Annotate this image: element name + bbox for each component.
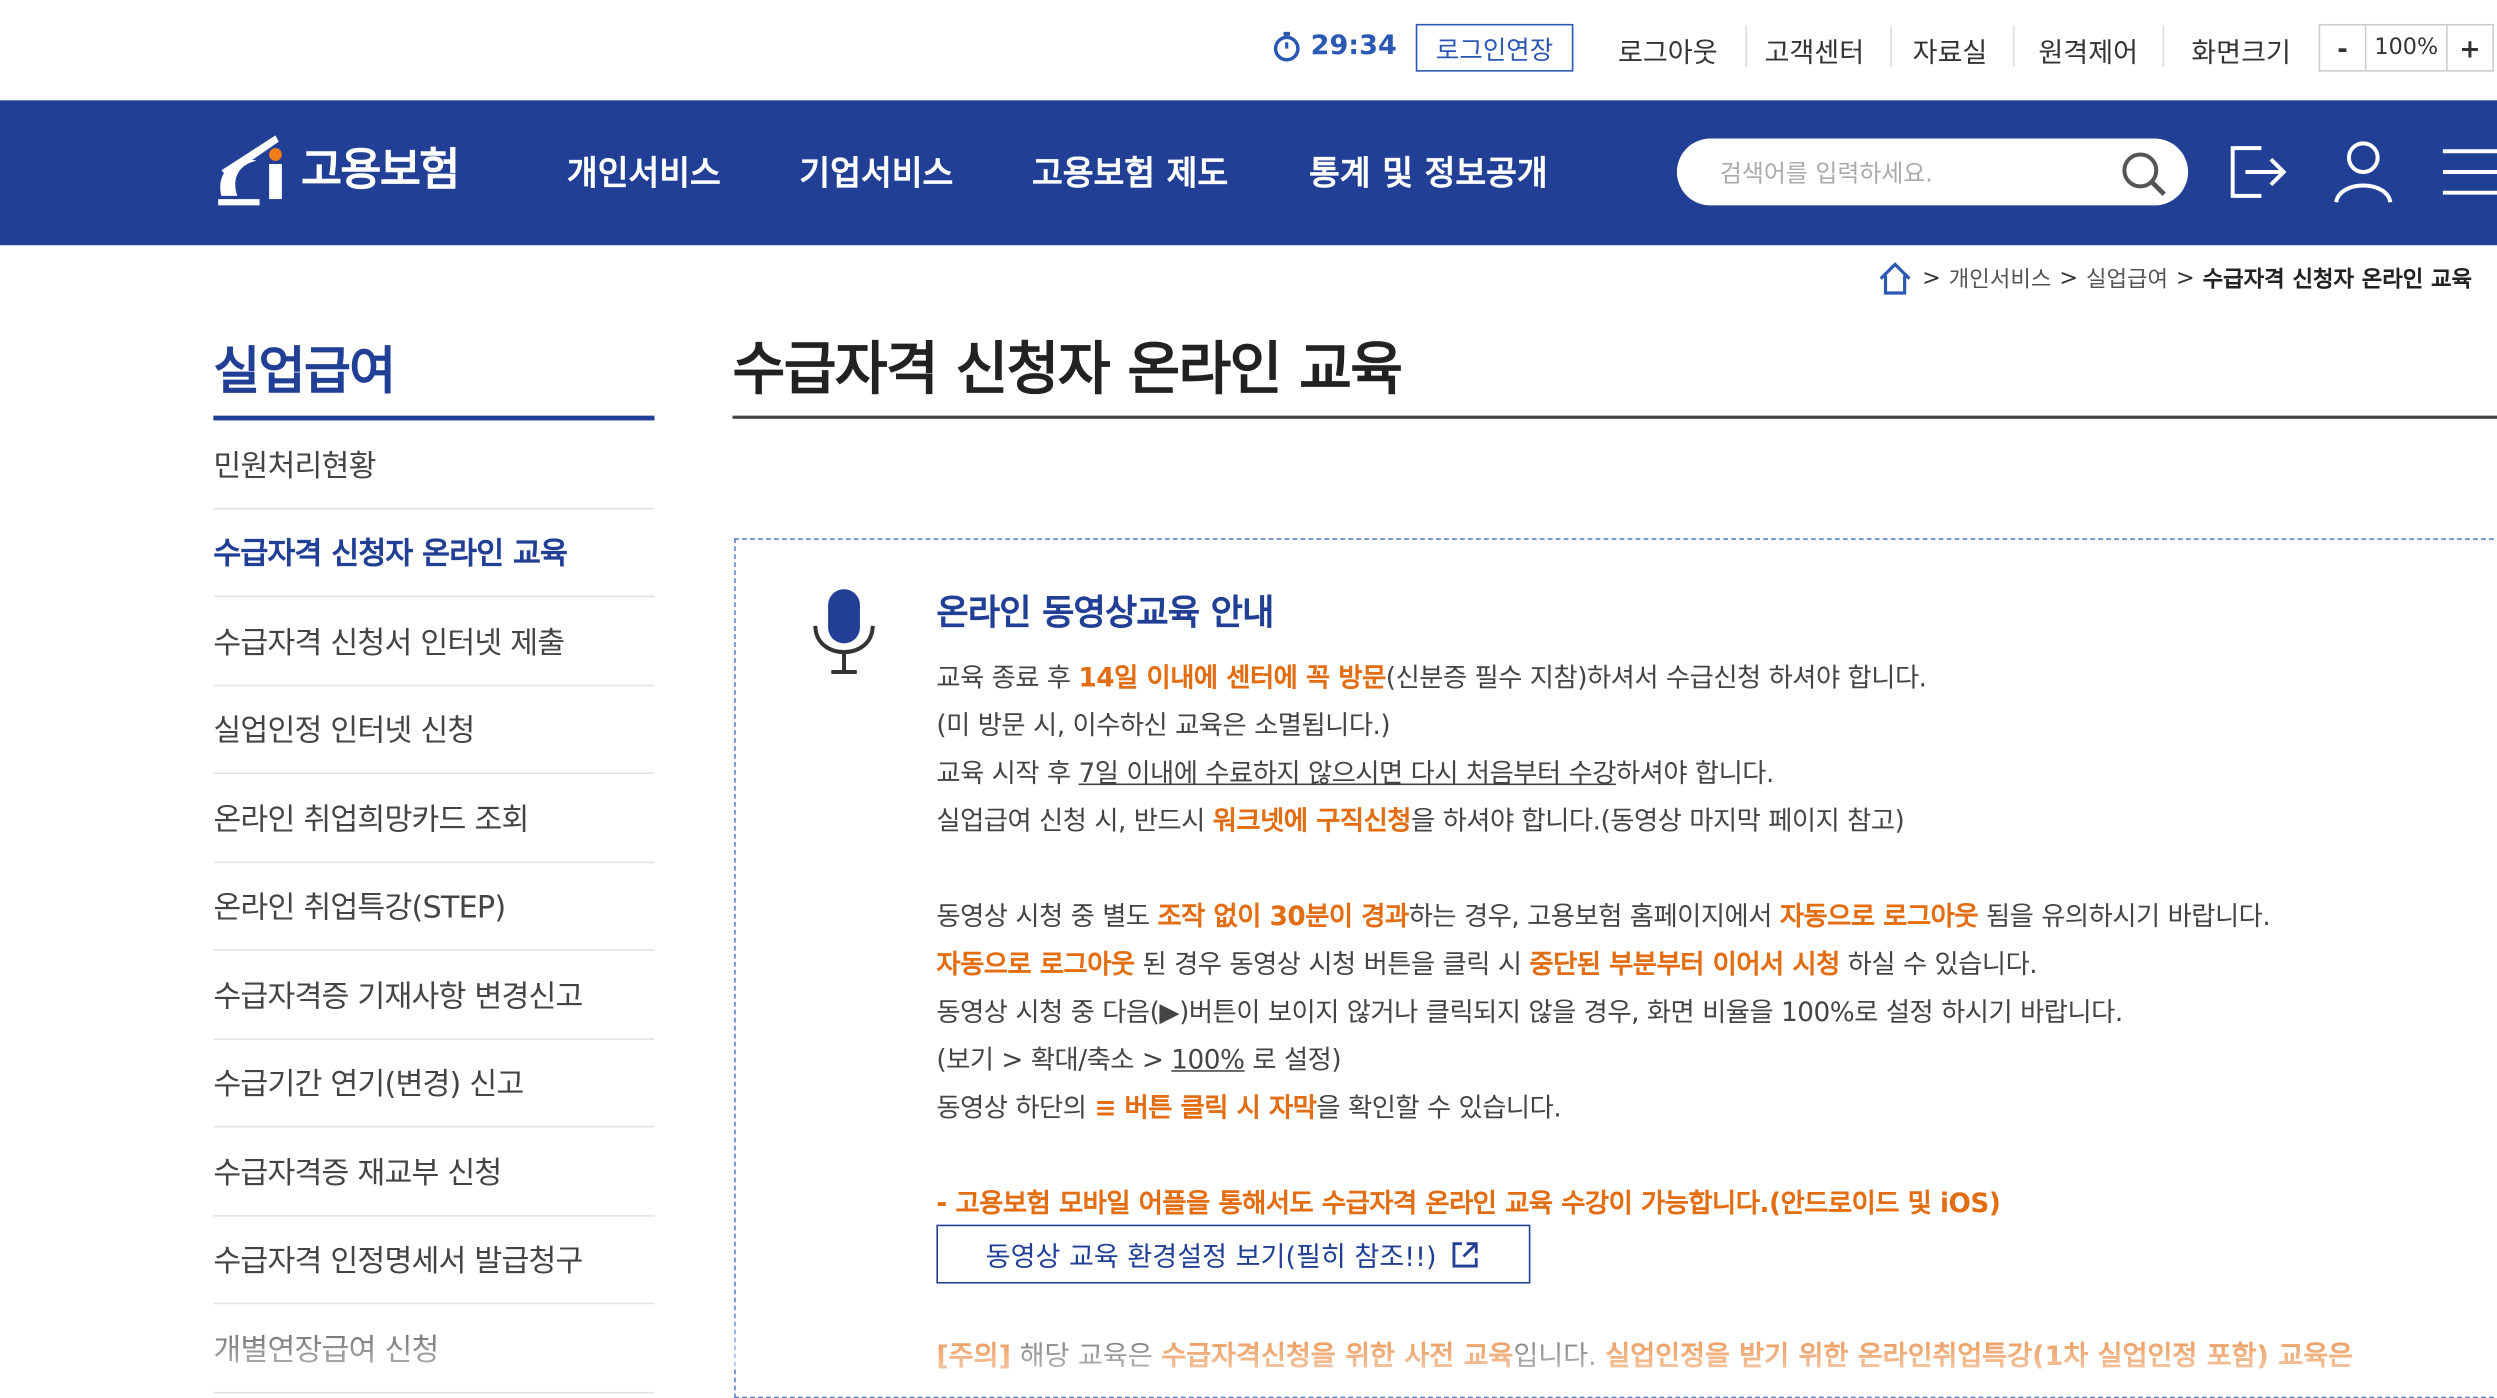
text: (신분증 필수 지참)하셔서 수급신청 하셔야 합니다. <box>1385 662 1927 693</box>
timer-value: 29:34 <box>1310 30 1397 63</box>
divider <box>2162 25 2165 67</box>
text: (보기 > 확대/축소 > <box>936 1044 1172 1075</box>
text: 된 경우 동영상 시청 버튼을 클릭 시 <box>1134 949 1530 980</box>
sidebar-item[interactable]: 수급자격증 재교부 신청 <box>213 1127 655 1216</box>
highlight-text: 자동으로 로그아웃 <box>1779 901 1979 932</box>
info-line: 동영상 시청 중 별도 조작 없이 30분이 경과하는 경우, 고용보험 홈페이… <box>936 893 2270 941</box>
highlight-text: 14일 이내에 센터에 꼭 방문 <box>1078 662 1387 693</box>
search-input[interactable]: 검색어를 입력하세요. <box>1720 156 1933 189</box>
breadcrumb-item[interactable]: 개인서비스 <box>1949 263 2052 295</box>
sidebar-title: 실업급여 <box>213 340 396 402</box>
sidebar-item[interactable]: 수급자격 신청서 인터넷 제출 <box>213 597 655 686</box>
microphone-icon <box>813 589 875 675</box>
utility-bar: 29:34 로그인연장 로그아웃 고객센터 자료실 원격제어 화면크기 - 10… <box>0 0 2497 100</box>
hamburger-menu-icon[interactable] <box>2440 132 2497 208</box>
text: 로 설정) <box>1244 1044 1342 1075</box>
sidebar-item[interactable]: 수급자격증 기재사항 변경신고 <box>213 951 655 1040</box>
info-text: 교육 종료 후 14일 이내에 센터에 꼭 방문(신분증 필수 지참)하셔서 수… <box>936 655 2270 1228</box>
divider <box>1745 25 1747 67</box>
info-line: (보기 > 확대/축소 > 100% 로 설정) <box>936 1037 2270 1085</box>
info-line: 동영상 하단의 ≡ 버튼 클릭 시 자막을 확인할 수 있습니다. <box>936 1084 2270 1132</box>
highlight-text: 워크넷에 구직신청 <box>1212 805 1412 837</box>
sidebar-item[interactable]: 온라인 취업특강(STEP) <box>213 862 655 951</box>
highlight-text: 조작 없이 30분이 경과 <box>1157 901 1409 932</box>
zoom-out-button[interactable]: - <box>2320 25 2365 70</box>
remote-control-link[interactable]: 원격제어 <box>2038 30 2138 70</box>
divider <box>2012 25 2015 67</box>
highlight-text: 실업인정을 받기 위한 온라인취업특강(1차 실업인정 포함) 교육은 <box>1605 1340 2354 1373</box>
sidebar-item[interactable]: 수급자격 인정명세서 발급청구 <box>213 1216 655 1305</box>
underlined-text: 100% <box>1171 1044 1245 1075</box>
main-navigation: 고용보험 개인서비스 기업서비스 고용보험 제도 통계 및 정보공개 검색어를 … <box>0 100 2497 246</box>
text: 동영상 하단의 <box>936 1092 1095 1123</box>
text: 됨을 유의하시기 바랍니다. <box>1978 901 2271 932</box>
info-line: 실업급여 신청 시, 반드시 워크넷에 구직신청을 하셔야 합니다.(동영상 마… <box>936 798 2270 846</box>
text: 동영상 시청 중 별도 <box>936 901 1158 932</box>
mobile-notice: - 고용보험 모바일 어플을 통해서도 수급자격 온라인 교육 수강이 가능합니… <box>936 1188 2001 1219</box>
search-icon[interactable] <box>2118 148 2169 199</box>
divider <box>1890 25 1892 67</box>
text: 하셔야 합니다. <box>1615 758 1774 789</box>
external-link-icon <box>1452 1241 1478 1267</box>
text: 교육 종료 후 <box>936 662 1079 693</box>
archive-link[interactable]: 자료실 <box>1913 30 1988 70</box>
info-title: 온라인 동영상교육 안내 <box>936 594 1274 634</box>
highlight-text: 수급자격신청을 위한 사전 교육 <box>1161 1340 1514 1373</box>
page-title: 수급자격 신청자 온라인 교육 <box>732 337 1404 403</box>
highlight-text: ≡ 버튼 클릭 시 자막 <box>1094 1092 1317 1123</box>
info-line: 교육 종료 후 14일 이내에 센터에 꼭 방문(신분증 필수 지참)하셔서 수… <box>936 655 2270 703</box>
highlight-text: 자동으로 로그아웃 <box>936 949 1135 980</box>
logout-icon[interactable] <box>2226 132 2290 208</box>
breadcrumb: > 개인서비스 > 실업급여 > 수급자격 신청자 온라인 교육 <box>1876 260 2472 298</box>
highlight-text: 중단된 부분부터 이어서 시청 <box>1529 949 1840 980</box>
text: 입니다. <box>1513 1340 1606 1373</box>
zoom-in-button[interactable]: + <box>2448 25 2493 70</box>
info-line: 자동으로 로그아웃 된 경우 동영상 시청 버튼을 클릭 시 중단된 부분부터 … <box>936 941 2270 989</box>
text: 해당 교육은 <box>1010 1340 1162 1373</box>
text: 을 확인할 수 있습니다. <box>1316 1092 1562 1123</box>
menu-personal[interactable]: 개인서비스 <box>567 148 721 196</box>
user-icon[interactable] <box>2331 132 2395 208</box>
screen-size-label: 화면크기 <box>2191 38 2291 71</box>
zoom-value: 100% <box>2364 25 2448 71</box>
home-icon[interactable] <box>1876 260 1914 298</box>
zoom-control: - 100% + <box>2318 23 2494 72</box>
logout-link[interactable]: 로그아웃 <box>1618 30 1718 70</box>
stopwatch-icon <box>1273 31 1300 62</box>
info-line: 동영상 시청 중 다음(▶)버튼이 보이지 않거나 클릭되지 않을 경우, 화면… <box>936 996 2123 1028</box>
underlined-text: 7일 이내에 수료하지 않으시면 다시 처음부터 수강 <box>1078 758 1617 789</box>
text: 하는 경우, 고용보험 홈페이지에서 <box>1408 901 1780 932</box>
sidebar-item[interactable]: 개별연장급여 신청 <box>213 1304 655 1393</box>
text: 실업급여 신청 시, 반드시 <box>936 805 1213 837</box>
video-environment-button[interactable]: 동영상 교육 환경설정 보기(필히 참조!!) <box>936 1224 1531 1284</box>
session-timer: 29:34 <box>1271 30 1397 62</box>
extend-login-button[interactable]: 로그인연장 <box>1415 23 1574 72</box>
search-box[interactable]: 검색어를 입력하세요. <box>1676 138 2189 206</box>
sidebar-item[interactable]: 수급기간 연기(변경) 신고 <box>213 1039 655 1128</box>
button-label: 동영상 교육 환경설정 보기(필히 참조!!) <box>985 1242 1437 1274</box>
sidebar-item[interactable]: 민원처리현황 <box>213 420 655 509</box>
site-logo[interactable]: 고용보험 <box>212 123 460 212</box>
info-line: (미 방문 시, 이수하신 교육은 소멸됩니다.) <box>936 710 1391 741</box>
text: 하실 수 있습니다. <box>1839 949 2038 980</box>
caution-notice: [주의] 해당 교육은 수급자격신청을 위한 사전 교육입니다. 실업인정을 받… <box>936 1333 2353 1373</box>
menu-insurance-system[interactable]: 고용보험 제도 <box>1032 148 1228 196</box>
menu-statistics[interactable]: 통계 및 정보공개 <box>1309 148 1548 196</box>
info-line: 교육 시작 후 7일 이내에 수료하지 않으시면 다시 처음부터 수강하셔야 합… <box>936 750 2270 798</box>
sidebar-item[interactable]: 온라인 취업희망카드 조회 <box>213 774 655 863</box>
sidebar-item-active[interactable]: 수급자격 신청자 온라인 교육 <box>213 509 655 598</box>
menu-business[interactable]: 기업서비스 <box>799 148 953 196</box>
text: 을 하셔야 합니다.(동영상 마지막 페이지 참고) <box>1411 805 1905 837</box>
sidebar-menu: 민원처리현황 수급자격 신청자 온라인 교육 수급자격 신청서 인터넷 제출 실… <box>213 420 655 1393</box>
breadcrumb-item[interactable]: 실업급여 <box>2086 263 2168 295</box>
sidebar-item[interactable]: 실업인정 인터넷 신청 <box>213 686 655 774</box>
caution-label: [주의] <box>936 1340 1011 1373</box>
breadcrumb-current: 수급자격 신청자 온라인 교육 <box>2202 267 2473 294</box>
logo-text: 고용보험 <box>300 143 460 196</box>
customer-center-link[interactable]: 고객센터 <box>1764 30 1864 70</box>
divider <box>732 415 2497 419</box>
ei-logo-icon <box>218 135 282 206</box>
text: 교육 시작 후 <box>936 758 1079 789</box>
